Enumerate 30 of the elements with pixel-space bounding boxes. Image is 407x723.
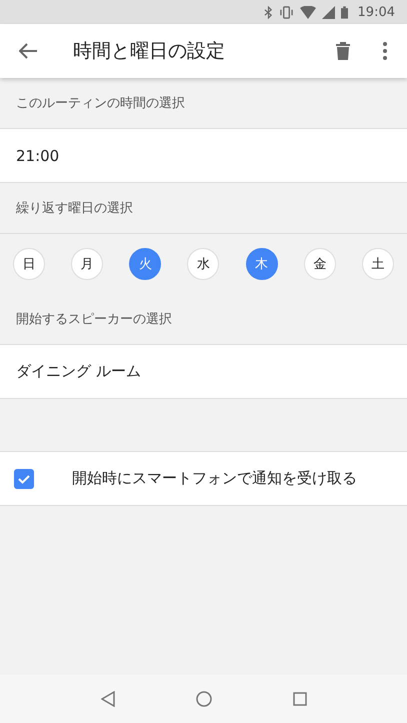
section-header: 繰り返す曜日の選択 [16, 200, 133, 217]
battery-icon [340, 6, 348, 18]
day-toggle[interactable]: 日 [13, 248, 45, 280]
checkbox[interactable] [14, 468, 34, 488]
day-toggle[interactable]: 金 [304, 248, 336, 280]
back-icon[interactable] [100, 691, 114, 707]
bluetooth-icon [264, 6, 273, 18]
vibrate-icon [278, 6, 294, 18]
day-toggle[interactable]: 土 [362, 248, 394, 280]
section-header: 開始するスピーカーの選択 [16, 311, 172, 328]
signal-icon [322, 6, 335, 18]
back-arrow-icon[interactable] [19, 43, 37, 59]
speaker-row[interactable]: ダイニング ルーム [0, 345, 407, 399]
time-row[interactable]: 21:00 [0, 129, 407, 183]
day-toggle[interactable]: 月 [71, 248, 104, 280]
day-toggle[interactable]: 火 [129, 248, 162, 280]
status-time: 19:04 [358, 4, 395, 20]
day-toggle[interactable]: 水 [187, 248, 220, 280]
trash-icon[interactable] [336, 42, 350, 60]
recents-icon[interactable] [292, 692, 306, 706]
screen-title: 時間と曜日の設定 [73, 39, 226, 64]
more-options-icon[interactable] [383, 42, 387, 60]
wifi-icon [300, 6, 316, 18]
home-icon[interactable] [196, 691, 212, 707]
speaker-value: ダイニング ルーム [16, 362, 141, 381]
notification-label: 開始時にスマートフォンで通知を受け取る [72, 469, 357, 488]
time-value: 21:00 [16, 146, 60, 164]
day-toggle[interactable]: 木 [246, 248, 278, 280]
notification-row[interactable]: 開始時にスマートフォンで通知を受け取る [0, 452, 407, 506]
section-header: このルーティンの時間の選択 [16, 95, 185, 112]
